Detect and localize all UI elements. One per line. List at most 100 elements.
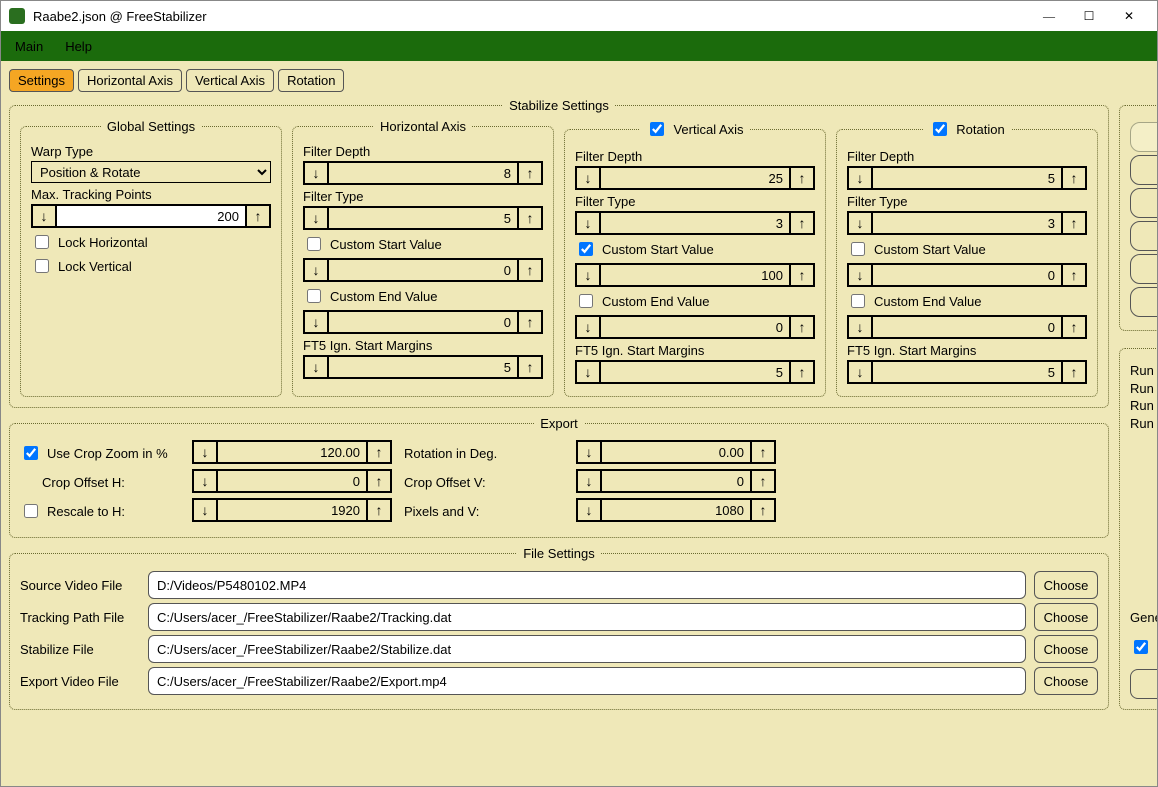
arrow-down-icon[interactable]: ↓: [303, 206, 327, 230]
arrow-down-icon[interactable]: ↓: [576, 498, 600, 522]
calculate-path-button[interactable]: Calculate Camera Path: [1130, 254, 1157, 284]
lock-horizontal-check[interactable]: Lock Horizontal: [31, 232, 271, 252]
source-file-input[interactable]: [148, 571, 1026, 599]
arrow-down-icon[interactable]: ↓: [847, 263, 871, 287]
arrow-down-icon[interactable]: ↓: [575, 315, 599, 339]
r-custom-end-check[interactable]: Custom End Value: [847, 291, 1087, 311]
rescale-h-input[interactable]: [216, 498, 368, 522]
close-button[interactable]: ✕: [1109, 2, 1149, 30]
arrow-up-icon[interactable]: ↑: [1063, 166, 1087, 190]
arrow-up-icon[interactable]: ↑: [247, 204, 271, 228]
r-filter-type[interactable]: [871, 211, 1063, 235]
h-custom-start[interactable]: [327, 258, 519, 282]
max-tracking-input[interactable]: [55, 204, 247, 228]
rescale-v-input[interactable]: [600, 498, 752, 522]
arrow-up-icon[interactable]: ↑: [368, 469, 392, 493]
arrow-up-icon[interactable]: ↑: [519, 355, 543, 379]
arrow-down-icon[interactable]: ↓: [575, 166, 599, 190]
arrow-down-icon[interactable]: ↓: [847, 166, 871, 190]
choose-tracking-button[interactable]: Choose: [1034, 603, 1098, 631]
v-filter-type[interactable]: [599, 211, 791, 235]
v-margins[interactable]: [599, 360, 791, 384]
crop-zoom-input[interactable]: [216, 440, 368, 464]
r-custom-start[interactable]: [871, 263, 1063, 287]
tab-vertical-axis[interactable]: Vertical Axis: [186, 69, 274, 92]
arrow-down-icon[interactable]: ↓: [847, 315, 871, 339]
vertical-axis-legend[interactable]: Vertical Axis: [640, 119, 749, 139]
arrow-down-icon[interactable]: ↓: [192, 498, 216, 522]
arrow-down-icon[interactable]: ↓: [303, 258, 327, 282]
v-custom-end-check[interactable]: Custom End Value: [575, 291, 815, 311]
arrow-down-icon[interactable]: ↓: [303, 161, 327, 185]
arrow-up-icon[interactable]: ↑: [519, 161, 543, 185]
h-margins[interactable]: [327, 355, 519, 379]
rotation-legend[interactable]: Rotation: [923, 119, 1010, 139]
crop-offset-v-input[interactable]: [600, 469, 752, 493]
arrow-up-icon[interactable]: ↑: [752, 440, 776, 464]
abort-button[interactable]: Abort: [1130, 122, 1157, 152]
minimize-button[interactable]: —: [1029, 2, 1069, 30]
warp-type-select[interactable]: Position & Rotate: [31, 161, 271, 183]
h-custom-start-check[interactable]: Custom Start Value: [303, 234, 543, 254]
r-margins[interactable]: [871, 360, 1063, 384]
arrow-up-icon[interactable]: ↑: [752, 498, 776, 522]
export-video-button[interactable]: Export Stabilized Video: [1130, 287, 1157, 317]
clear-button[interactable]: Clear: [1130, 669, 1157, 699]
arrow-up-icon[interactable]: ↑: [1063, 263, 1087, 287]
arrow-down-icon[interactable]: ↓: [31, 204, 55, 228]
arrow-down-icon[interactable]: ↓: [576, 469, 600, 493]
choose-source-button[interactable]: Choose: [1034, 571, 1098, 599]
arrow-down-icon[interactable]: ↓: [575, 211, 599, 235]
arrow-up-icon[interactable]: ↑: [791, 166, 815, 190]
arrow-up-icon[interactable]: ↑: [1063, 360, 1087, 384]
arrow-up-icon[interactable]: ↑: [368, 498, 392, 522]
arrow-down-icon[interactable]: ↓: [192, 469, 216, 493]
lock-vertical-check[interactable]: Lock Vertical: [31, 256, 271, 276]
export-file-input[interactable]: [148, 667, 1026, 695]
arrow-down-icon[interactable]: ↓: [303, 310, 327, 334]
menu-main[interactable]: Main: [7, 35, 51, 58]
arrow-up-icon[interactable]: ↑: [791, 263, 815, 287]
r-filter-depth[interactable]: [871, 166, 1063, 190]
h-filter-type[interactable]: [327, 206, 519, 230]
analyse-source-button[interactable]: Analyse Source Video: [1130, 188, 1157, 218]
arrow-up-icon[interactable]: ↑: [368, 440, 392, 464]
arrow-up-icon[interactable]: ↑: [791, 211, 815, 235]
arrow-up-icon[interactable]: ↑: [519, 206, 543, 230]
crop-offset-h-input[interactable]: [216, 469, 368, 493]
arrow-up-icon[interactable]: ↑: [519, 310, 543, 334]
h-filter-depth[interactable]: [327, 161, 519, 185]
arrow-up-icon[interactable]: ↑: [791, 315, 815, 339]
v-custom-end[interactable]: [599, 315, 791, 339]
use-crop-check[interactable]: Use Crop Zoom in %: [20, 443, 180, 463]
arrow-down-icon[interactable]: ↓: [303, 355, 327, 379]
rotation-deg-input[interactable]: [600, 440, 752, 464]
h-custom-end-check[interactable]: Custom End Value: [303, 286, 543, 306]
v-custom-start-check[interactable]: Custom Start Value: [575, 239, 815, 259]
h-custom-end[interactable]: [327, 310, 519, 334]
arrow-up-icon[interactable]: ↑: [1063, 315, 1087, 339]
maximize-button[interactable]: ☐: [1069, 2, 1109, 30]
tracking-file-input[interactable]: [148, 603, 1026, 631]
v-filter-depth[interactable]: [599, 166, 791, 190]
arrow-down-icon[interactable]: ↓: [192, 440, 216, 464]
arrow-up-icon[interactable]: ↑: [1063, 211, 1087, 235]
r-custom-end[interactable]: [871, 315, 1063, 339]
init-check[interactable]: Init: [1130, 637, 1157, 657]
choose-export-button[interactable]: Choose: [1034, 667, 1098, 695]
choose-stabilize-button[interactable]: Choose: [1034, 635, 1098, 663]
menu-help[interactable]: Help: [57, 35, 100, 58]
stabilize-file-input[interactable]: [148, 635, 1026, 663]
arrow-up-icon[interactable]: ↑: [752, 469, 776, 493]
arrow-up-icon[interactable]: ↑: [791, 360, 815, 384]
arrow-down-icon[interactable]: ↓: [847, 211, 871, 235]
read-analysed-button[interactable]: Read Analysed Data: [1130, 221, 1157, 251]
r-custom-start-check[interactable]: Custom Start Value: [847, 239, 1087, 259]
arrow-down-icon[interactable]: ↓: [575, 360, 599, 384]
arrow-up-icon[interactable]: ↑: [519, 258, 543, 282]
arrow-down-icon[interactable]: ↓: [576, 440, 600, 464]
tab-horizontal-axis[interactable]: Horizontal Axis: [78, 69, 182, 92]
v-custom-start[interactable]: [599, 263, 791, 287]
generate-all-button[interactable]: Generate All: [1130, 155, 1157, 185]
tab-rotation[interactable]: Rotation: [278, 69, 344, 92]
